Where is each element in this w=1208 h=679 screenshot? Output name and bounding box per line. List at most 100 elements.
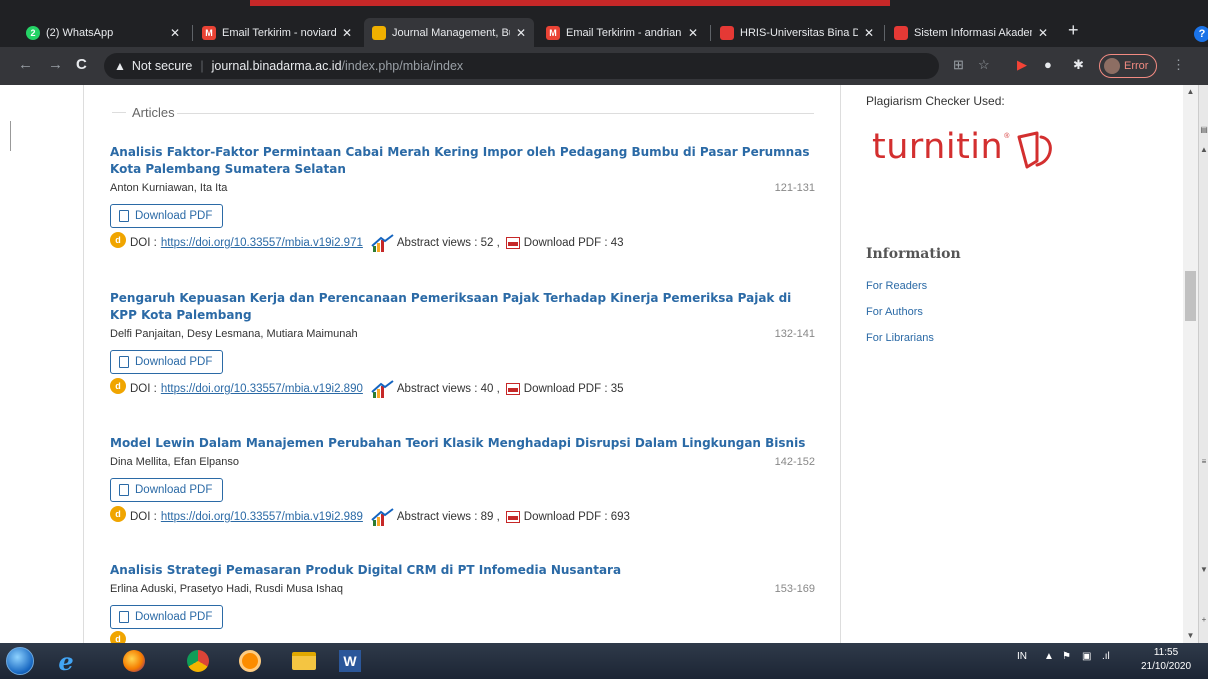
- download-pdf-button[interactable]: Download PDF: [110, 204, 224, 228]
- article-item: Analisis Faktor-Faktor Permintaan Cabai …: [110, 144, 815, 252]
- address-bar[interactable]: ▲ Not secure | journal.binadarma.ac.id/i…: [104, 53, 939, 79]
- tab-hris[interactable]: HRIS-Universitas Bina Da ✕: [712, 18, 882, 47]
- stats-chart-icon: [371, 380, 394, 398]
- article-title-link[interactable]: Analisis Strategi Pemasaran Produk Digit…: [110, 562, 815, 579]
- tab-journal-management[interactable]: Journal Management, Bu ✕: [364, 18, 534, 47]
- taskbar-clock[interactable]: 11:55 21/10/2020: [1136, 646, 1196, 674]
- file-explorer-icon[interactable]: [284, 645, 324, 677]
- warning-icon: ▲: [114, 59, 126, 73]
- tab-email-noviardy[interactable]: M Email Terkirim - noviardy ✕: [194, 18, 360, 47]
- panel-toggle-icon[interactable]: ▤: [1199, 125, 1208, 134]
- scroll-up-arrow-icon[interactable]: ▲: [1183, 87, 1198, 96]
- translate-icon[interactable]: ⊞: [953, 57, 964, 73]
- signal-icon[interactable]: .ıl: [1102, 651, 1110, 662]
- app-gear-icon[interactable]: [230, 645, 270, 677]
- article-pages: 142-152: [774, 456, 815, 468]
- scroll-down-arrow-icon[interactable]: ▼: [1183, 631, 1198, 640]
- article-meta: Anton Kurniawan, Ita Ita 121-131: [110, 182, 815, 194]
- forward-arrow-icon[interactable]: →: [48, 56, 63, 73]
- tab-whatsapp[interactable]: 2 (2) WhatsApp ✕: [18, 18, 188, 47]
- doi-link[interactable]: https://doi.org/10.33557/mbia.v19i2.890: [161, 383, 363, 395]
- registered-mark: ®: [1004, 133, 1010, 140]
- tab-title: Email Terkirim - andrian.r: [566, 26, 682, 39]
- tab-siakad[interactable]: Sistem Informasi Akadem ✕: [886, 18, 1056, 47]
- articles-heading: Articles: [112, 105, 175, 120]
- article-meta: Erlina Aduski, Prasetyo Hadi, Rusdi Musa…: [110, 583, 815, 595]
- doi-icon: d: [110, 506, 126, 522]
- vertical-scrollbar[interactable]: ▲ ▼: [1183, 85, 1198, 643]
- article-pages: 121-131: [774, 182, 815, 194]
- download-pdf-label: Download PDF: [135, 611, 213, 623]
- firefox-icon[interactable]: [114, 645, 154, 677]
- star-icon[interactable]: ☆: [978, 57, 990, 73]
- download-pdf-button[interactable]: Download PDF: [110, 478, 224, 502]
- close-tab-icon[interactable]: ✕: [864, 26, 874, 40]
- article-authors: Anton Kurniawan, Ita Ita: [110, 182, 228, 194]
- abstract-views: Abstract views : 40 ,: [396, 383, 500, 395]
- language-indicator[interactable]: IN: [1017, 651, 1027, 662]
- pdf-file-icon: [119, 611, 129, 623]
- internet-explorer-icon[interactable]: e: [46, 645, 86, 677]
- journal-favicon: [372, 25, 386, 40]
- chrome-icon[interactable]: [178, 645, 218, 677]
- download-pdf-button[interactable]: Download PDF: [110, 605, 224, 629]
- doi-link[interactable]: https://doi.org/10.33557/mbia.v19i2.971: [161, 237, 363, 249]
- back-arrow-icon[interactable]: ←: [18, 56, 33, 73]
- avatar: [1104, 58, 1120, 74]
- side-panel-gutter: ▤ ▲ ≡ ▼ +: [1198, 85, 1208, 643]
- new-tab-button[interactable]: +: [1068, 20, 1079, 41]
- abstract-views: Abstract views : 52 ,: [396, 237, 500, 249]
- record-extension-icon[interactable]: ●: [1044, 57, 1052, 72]
- download-pdf-button[interactable]: Download PDF: [110, 350, 224, 374]
- for-authors-link[interactable]: For Authors: [866, 306, 923, 318]
- security-status: Not secure: [131, 59, 193, 73]
- menu-kebab-icon[interactable]: ⋮: [1172, 57, 1185, 73]
- article-meta: Delfi Panjaitan, Desy Lesmana, Mutiara M…: [110, 328, 815, 340]
- close-tab-icon[interactable]: ✕: [342, 26, 352, 40]
- word-icon[interactable]: W: [330, 645, 370, 677]
- action-center-flag-icon[interactable]: ⚑: [1062, 651, 1071, 662]
- doi-icon: d: [110, 232, 126, 248]
- article-title-link[interactable]: Pengaruh Kepuasan Kerja dan Perencanaan …: [110, 290, 815, 324]
- panel-grip-icon[interactable]: ≡: [1199, 457, 1208, 466]
- start-button[interactable]: [4, 645, 36, 677]
- article-title-link[interactable]: Analisis Faktor-Faktor Permintaan Cabai …: [110, 144, 815, 178]
- download-pdf-label: Download PDF: [135, 484, 213, 496]
- help-icon[interactable]: ?: [1194, 26, 1208, 42]
- tab-title: Email Terkirim - noviardy: [222, 26, 336, 39]
- zoom-in-icon[interactable]: +: [1199, 615, 1208, 624]
- close-tab-icon[interactable]: ✕: [516, 26, 526, 40]
- tab-email-andrian[interactable]: M Email Terkirim - andrian.r ✕: [538, 18, 706, 47]
- extensions-puzzle-icon[interactable]: ✱: [1073, 57, 1084, 73]
- scrollbar-thumb[interactable]: [1185, 271, 1196, 321]
- article-pages: 132-141: [774, 328, 815, 340]
- doi-icon: d: [110, 631, 126, 643]
- tray-expand-icon[interactable]: ▲: [1044, 651, 1054, 662]
- doi-label: DOI :: [130, 383, 157, 395]
- doi-icon: d: [110, 378, 126, 394]
- article-title-link[interactable]: Model Lewin Dalam Manajemen Perubahan Te…: [110, 435, 815, 452]
- close-tab-icon[interactable]: ✕: [688, 26, 698, 40]
- article-authors: Erlina Aduski, Prasetyo Hadi, Rusdi Musa…: [110, 583, 343, 595]
- close-tab-icon[interactable]: ✕: [170, 26, 180, 40]
- close-tab-icon[interactable]: ✕: [1038, 26, 1048, 40]
- page-edge-line: [10, 121, 11, 151]
- doi-link[interactable]: https://doi.org/10.33557/mbia.v19i2.989: [161, 511, 363, 523]
- url-path: /index.php/mbia/index: [341, 59, 464, 73]
- youtube-extension-icon[interactable]: ▶: [1017, 57, 1027, 73]
- gmail-icon: M: [202, 25, 216, 40]
- network-icon[interactable]: ▣: [1082, 651, 1091, 662]
- for-librarians-link[interactable]: For Librarians: [866, 332, 934, 344]
- plagiarism-label: Plagiarism Checker Used:: [866, 94, 1005, 108]
- panel-up-arrow-icon[interactable]: ▲: [1199, 145, 1208, 154]
- pdf-file-icon: [119, 356, 129, 368]
- panel-down-arrow-icon[interactable]: ▼: [1199, 565, 1208, 574]
- reload-icon[interactable]: C: [76, 56, 87, 73]
- pdf-icon: [505, 237, 520, 249]
- whatsapp-icon: 2: [26, 25, 40, 40]
- profile-error-button[interactable]: Error: [1099, 54, 1158, 78]
- for-readers-link[interactable]: For Readers: [866, 280, 927, 292]
- article-item: Analisis Strategi Pemasaran Produk Digit…: [110, 562, 815, 643]
- pdf-download-count: Download PDF : 693: [523, 511, 630, 523]
- article-item: Model Lewin Dalam Manajemen Perubahan Te…: [110, 435, 815, 526]
